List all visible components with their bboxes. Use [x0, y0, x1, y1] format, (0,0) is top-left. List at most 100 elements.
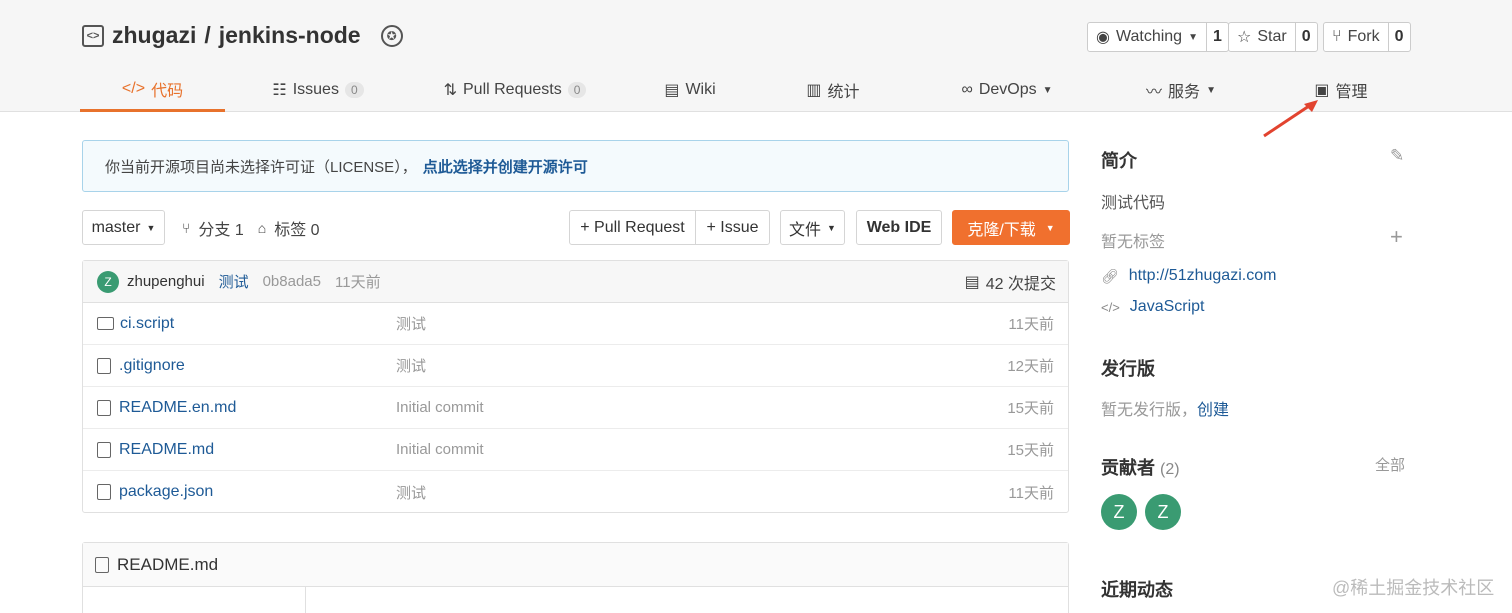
files-dropdown[interactable]: 文件 ▼ [780, 210, 845, 245]
pull-requests-count-badge: 0 [567, 82, 587, 98]
file-name-link[interactable]: README.en.md [119, 399, 236, 417]
table-row[interactable]: .gitignore 测试 12天前 [83, 345, 1068, 387]
commit-time: 11天前 [335, 274, 381, 291]
commit-author-link[interactable]: zhupenghui [127, 273, 205, 290]
file-commit-message[interactable]: Initial commit [396, 441, 484, 458]
avatar[interactable]: Z [1101, 494, 1137, 530]
issue-button[interactable]: + Issue [695, 210, 770, 245]
repo-separator: / [204, 22, 211, 48]
caret-down-icon: ▼ [1206, 84, 1216, 96]
tab-issues-label: Issues [292, 81, 339, 98]
issues-count-badge: 0 [344, 82, 364, 98]
book-icon: ▤ [664, 82, 680, 99]
fork-count[interactable]: 0 [1387, 23, 1410, 51]
readme-title: README.md [117, 554, 219, 574]
language-link-text[interactable]: JavaScript [1130, 298, 1205, 316]
caret-down-icon: ▼ [1188, 31, 1198, 43]
file-name-link[interactable]: .gitignore [119, 357, 185, 375]
branch-select-label: master [91, 218, 141, 236]
tab-issues[interactable]: ☷ Issues 0 [268, 68, 368, 112]
watermark-text: @稀土掘金技术社区 [1332, 578, 1495, 598]
file-name-link[interactable]: README.md [119, 441, 214, 459]
recent-activity-title: 近期动态 [1101, 580, 1173, 600]
tab-wiki-label: Wiki [685, 81, 716, 98]
star-count[interactable]: 0 [1294, 23, 1317, 51]
tab-services[interactable]: 〰服务 ▼ [1142, 68, 1220, 112]
tags-link[interactable]: 标签 0 [274, 216, 319, 240]
readme-toc-divider [305, 587, 306, 613]
file-icon [95, 556, 109, 573]
create-license-link[interactable]: 点此选择并创建开源许可 [423, 159, 588, 176]
create-release-link[interactable]: 创建 [1197, 402, 1229, 419]
table-row[interactable]: README.md Initial commit 15天前 [83, 429, 1068, 471]
language-link[interactable]: </> JavaScript [1101, 298, 1205, 316]
settings-doc-icon: ▣ [1314, 82, 1330, 99]
file-commit-message[interactable]: 测试 [396, 355, 426, 376]
tab-code[interactable]: </> 代码 [80, 68, 225, 112]
tab-pull-requests[interactable]: ⇅ Pull Requests 0 [440, 68, 590, 112]
tab-pull-requests-label: Pull Requests [463, 81, 562, 98]
commit-hash[interactable]: 0b8ada5 [263, 273, 321, 290]
tab-devops-label: DevOps [978, 81, 1037, 98]
watch-label: Watching [1115, 28, 1183, 45]
website-link-text[interactable]: http://51zhugazi.com [1129, 267, 1277, 285]
caret-down-icon: ▼ [1045, 222, 1055, 233]
pull-request-button[interactable]: + Pull Request [569, 210, 696, 245]
file-icon [97, 484, 111, 500]
website-link[interactable]: 🔗︎ http://51zhugazi.com [1101, 267, 1276, 285]
file-name-link[interactable]: ci.script [120, 315, 174, 333]
file-list: Z zhupenghui 测试 0b8ada5 11天前 ▤ 42 次提交 ci.… [82, 260, 1069, 513]
star-button[interactable]: ☆ Star 0 [1228, 22, 1318, 52]
tab-wiki[interactable]: ▤ Wiki [660, 68, 720, 112]
pulse-icon: 〰 [1146, 84, 1163, 101]
file-name-link[interactable]: package.json [119, 483, 213, 501]
file-icon [97, 357, 111, 374]
commit-count-link[interactable]: ▤ 42 次提交 [965, 270, 1056, 294]
fork-button[interactable]: ⑂ Fork 0 [1323, 22, 1411, 52]
bar-chart-icon: ▥ [806, 82, 822, 99]
branch-select[interactable]: master ▼ [82, 210, 165, 245]
branch-icon: ⑂ [182, 219, 191, 236]
latest-commit: Z zhupenghui 测试 0b8ada5 11天前 ▤ 42 次提交 [83, 261, 1068, 303]
add-tag-icon[interactable]: + [1390, 224, 1403, 250]
table-row[interactable]: package.json 测试 11天前 [83, 471, 1068, 513]
caret-down-icon: ▼ [1042, 84, 1053, 96]
commit-count-label: 42 次提交 [985, 275, 1056, 293]
star-icon: ☆ [1237, 29, 1252, 46]
table-row[interactable]: ci.script 测试 11天前 [83, 303, 1068, 345]
recommend-badge-icon[interactable]: ✪ [380, 24, 403, 47]
eye-icon: ◉ [1096, 29, 1110, 46]
commit-message-link[interactable]: 测试 [219, 271, 249, 292]
author-avatar[interactable]: Z [97, 270, 119, 293]
file-commit-message[interactable]: 测试 [396, 313, 426, 334]
avatar[interactable]: Z [1145, 494, 1181, 530]
code-icon: </> [121, 79, 146, 97]
caret-down-icon: ▼ [827, 222, 836, 233]
file-icon [97, 399, 111, 416]
watch-button[interactable]: ◉ Watching ▼ 1 [1087, 22, 1229, 52]
edit-icon[interactable]: ✎ [1390, 146, 1404, 166]
tab-stats[interactable]: ▥ 统计 [802, 68, 864, 112]
annotation-arrow-icon [1263, 100, 1318, 138]
infinity-icon: ∞ [961, 81, 973, 98]
commits-icon: ▤ [964, 273, 980, 291]
branches-link[interactable]: 分支 1 [198, 216, 243, 240]
intro-text: 测试代码 [1101, 195, 1166, 212]
clone-download-button[interactable]: 克隆/下载 ▼ [952, 210, 1070, 245]
tab-stats-label: 统计 [827, 84, 860, 101]
file-commit-message[interactable]: 测试 [396, 482, 426, 503]
repo-owner-link[interactable]: zhugazi [112, 22, 196, 49]
intro-title: 简介 [1101, 151, 1137, 171]
contributors-count: (2) [1160, 461, 1180, 478]
file-commit-message[interactable]: Initial commit [396, 399, 484, 416]
tab-devops[interactable]: ∞ DevOps ▼ [952, 68, 1062, 112]
web-ide-button[interactable]: Web IDE [856, 210, 942, 245]
file-icon [97, 441, 111, 458]
repo-nav: </> 代码 ☷ Issues 0 ⇅ Pull Requests 0 ▤ Wiki ▥ 统计… [80, 68, 1440, 112]
watch-count[interactable]: 1 [1205, 23, 1228, 51]
folder-icon [97, 317, 114, 330]
table-row[interactable]: README.en.md Initial commit 15天前 [83, 387, 1068, 429]
all-contributors-link[interactable]: 全部 [1375, 454, 1405, 475]
repo-name-link[interactable]: jenkins-node [219, 22, 361, 49]
file-time: 15天前 [1007, 400, 1054, 417]
